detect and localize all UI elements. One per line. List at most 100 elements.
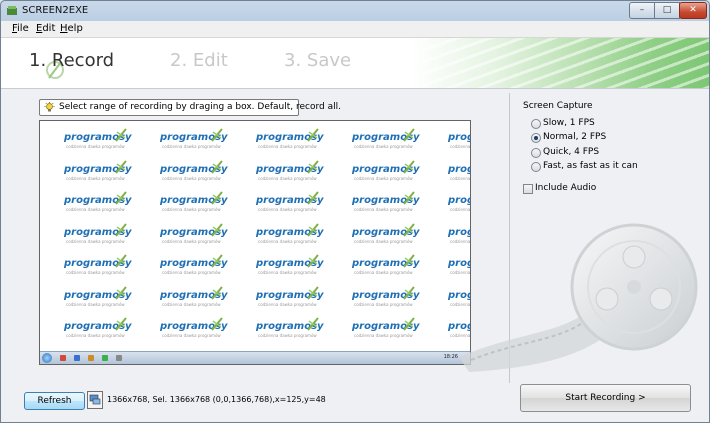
film-reel-watermark [459,223,698,372]
preview-logo-icon [403,191,415,205]
capture-preview[interactable]: programosy codzienna dawka programów progr… [39,120,471,365]
preview-logo-icon [115,222,127,237]
preview-logo-tile: programosycodzienna dawka programów [246,125,330,155]
preview-logo-tile: programosycodzienna dawka programów [246,251,330,281]
preview-logo-tile: programosycodzienna dawka programów [438,157,471,187]
preview-logo-tagline: codzienna dawka programów [162,175,221,181]
preview-logo-tagline: codzienna dawka programów [66,301,125,307]
preview-logo-tile: programosycodzienna dawka programów [342,188,426,218]
preview-logo-tile: programosycodzienna dawka programów [150,283,234,313]
preview-clock: 18:26 [443,354,458,360]
menu-help[interactable]: Help [60,23,83,34]
preview-logo-icon [307,254,319,268]
radio-slow[interactable] [531,119,541,129]
preview-logo-tagline: codzienna dawka programów [354,238,413,244]
start-recording-button[interactable]: Start Recording > [520,384,691,412]
preview-logo-text: programosy [448,195,470,206]
preview-logo-tagline: codzienna dawka programów [258,207,317,212]
preview-logo-tile: programosycodzienna dawka programów [342,283,426,313]
preview-logo-icon [403,254,415,268]
preview-logo-tagline: codzienna dawka programów [162,207,221,212]
preview-logo-tagline: codzienna dawka programów [354,144,413,149]
preview-logo-tagline: codzienna dawka programów [258,270,317,275]
preview-logo-icon [307,285,319,300]
preview-logo-tagline: codzienna dawka programów [354,333,413,338]
preview-logo-tagline: codzienna dawka programów [162,144,221,149]
preview-logo-tile: programosycodzienna dawka programów [54,188,138,218]
preview-logo-tagline: codzienna dawka programów [450,175,471,181]
preview-logo-icon [403,285,415,300]
preview-logo-tagline: codzienna dawka programów [258,301,317,307]
preview-logo-icon [211,317,223,331]
radio-label: Fast, as fast as it can [543,161,638,171]
radio-label: Quick, 4 FPS [543,147,600,157]
preview-logo-tagline: codzienna dawka programów [450,144,471,149]
preview-logo-icon [211,159,223,174]
preview-logo-icon [403,159,415,174]
preview-logo-tagline: codzienna dawka programów [258,144,317,149]
preview-logo-tagline: codzienna dawka programów [66,238,125,244]
title-bar[interactable]: SCREEN2EXE – □ ✕ [1,1,709,21]
preview-logo-text: programosy [448,163,470,175]
radio-normal[interactable] [531,133,541,143]
preview-logo-tile: programosycodzienna dawka programów [54,283,138,313]
preview-logo-icon [307,191,319,205]
app-window: SCREEN2EXE – □ ✕ File Edit Help 1. Recor… [0,0,710,423]
close-button[interactable]: ✕ [679,2,707,19]
preview-logo-tagline: codzienna dawka programów [66,207,125,212]
main-area: Select range of recording by draging a b… [1,89,709,422]
preview-taskbar: 18:26 [40,351,470,364]
step-save: 3. Save [284,50,352,71]
include-audio-checkbox[interactable] [523,184,533,194]
preview-logo-tagline: codzienna dawka programów [162,333,221,338]
preview-logo-icon [307,317,319,331]
preview-logo-icon [115,159,127,174]
preview-logo-icon [211,222,223,237]
preview-logo-tile: programosycodzienna dawka programów [342,125,426,155]
preview-logo-tile: programosycodzienna dawka programów [246,188,330,218]
preview-logo-tagline: codzienna dawka programów [354,175,413,181]
preview-logo-tile: programosycodzienna dawka programów [246,157,330,187]
preview-logo-tile: programosycodzienna dawka programów [54,157,138,187]
include-audio-label: Include Audio [535,183,597,193]
preview-taskbar-icon [116,355,122,361]
screen-capture-title: Screen Capture [523,101,593,111]
menu-edit[interactable]: Edit [36,23,55,34]
refresh-button[interactable]: Refresh [24,392,85,410]
preview-logo-tagline: codzienna dawka programów [258,333,317,338]
minimize-button[interactable]: – [629,2,655,19]
preview-logo-tile: programosycodzienna dawka programów [342,157,426,187]
preview-logo-icon [211,254,223,268]
radio-quick[interactable] [531,148,541,158]
preview-logo-icon [211,285,223,300]
preview-taskbar-icon [60,355,66,361]
hint-text: Select range of recording by draging a b… [59,102,341,112]
hint-box: Select range of recording by draging a b… [39,99,341,116]
preview-taskbar-icon [74,355,80,361]
preview-logo-tile: programosycodzienna dawka programów [150,125,234,155]
preview-logo-icon [211,191,223,205]
app-icon [7,6,17,15]
preview-logo-tagline: codzienna dawka programów [66,144,125,149]
preview-logo-icon [403,128,415,142]
header-decoration [421,38,709,88]
preview-logo-icon [211,128,223,142]
monitors-icon [89,394,101,405]
preview-logo-icon [115,254,127,268]
preview-logo-tagline: codzienna dawka programów [162,238,221,244]
wizard-header: 1. Record 2. Edit 3. Save [1,38,709,89]
step-edit: 2. Edit [170,50,228,71]
maximize-button[interactable]: □ [654,2,680,19]
preview-logo-icon [115,317,127,331]
select-screen-button[interactable] [87,391,103,409]
lightbulb-icon [44,102,55,112]
preview-logo-tile: programosycodzienna dawka programów [438,125,471,155]
menu-file[interactable]: File [12,23,29,34]
preview-logo-tagline: codzienna dawka programów [258,175,317,181]
preview-taskbar-icon [102,355,108,361]
radio-fast[interactable] [531,162,541,172]
preview-logo-tagline: codzienna dawka programów [354,301,413,307]
radio-label: Normal, 2 FPS [543,132,607,142]
preview-logo-tile: programosycodzienna dawka programów [54,125,138,155]
preview-logo-tagline: codzienna dawka programów [162,270,221,275]
